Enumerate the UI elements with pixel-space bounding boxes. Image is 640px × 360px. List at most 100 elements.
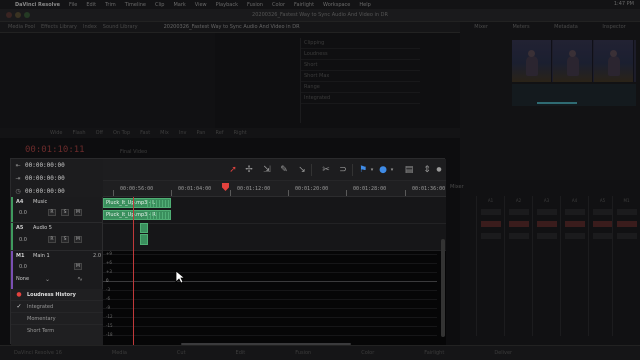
- track-name[interactable]: Audio 5: [33, 225, 52, 231]
- menu-view[interactable]: View: [195, 2, 207, 8]
- menu-trim[interactable]: Trim: [105, 2, 116, 8]
- duration-timecode[interactable]: 00:00:00:00: [25, 188, 65, 195]
- ruler-label: 00:01:04:00: [178, 186, 212, 192]
- strip-label[interactable]: Mix: [160, 130, 169, 136]
- menu-help[interactable]: Help: [359, 2, 370, 8]
- track-header-a5[interactable]: A5 Audio 5 0.0 R S M: [11, 223, 103, 251]
- solo-button[interactable]: S: [61, 236, 69, 243]
- loudness-meter-icon[interactable]: ∿: [77, 275, 83, 283]
- menu-fairlight[interactable]: Fairlight: [294, 2, 314, 8]
- track-header-a4[interactable]: A4 Music 0.0 R S M: [11, 197, 103, 223]
- menu-mark[interactable]: Mark: [173, 2, 185, 8]
- record-arm-button[interactable]: R: [48, 209, 56, 216]
- strip-label[interactable]: On Top: [113, 130, 130, 136]
- record-dot-icon: ●: [16, 291, 22, 298]
- timeline-name[interactable]: Final Video: [120, 149, 147, 155]
- focus-mode-icon[interactable]: ⇲: [261, 164, 273, 176]
- pointer-tool-icon[interactable]: ➚: [227, 164, 239, 176]
- strip-label[interactable]: Ref: [215, 130, 223, 136]
- mixer-channel[interactable]: A4: [560, 196, 588, 336]
- page-fairlight[interactable]: Fairlight: [424, 350, 444, 356]
- toolbar-effects-library[interactable]: Effects Library: [41, 24, 77, 30]
- mute-button[interactable]: M: [74, 263, 82, 270]
- menu-item-short-term[interactable]: Short Term: [11, 325, 103, 337]
- menu-header[interactable]: ● Loudness History: [11, 289, 103, 301]
- menu-workspace[interactable]: Workspace: [323, 2, 350, 8]
- menu-file[interactable]: File: [69, 2, 77, 8]
- page-edit[interactable]: Edit: [236, 350, 246, 356]
- toolbar-index[interactable]: Index: [83, 24, 97, 30]
- chevron-down-icon: ⌄: [45, 275, 51, 283]
- clip-lanes[interactable]: Pluck_It_Up.mp3 - L Pluck_It_Up.mp3 - R: [103, 197, 446, 251]
- tab-inspector[interactable]: Inspector: [602, 24, 625, 33]
- loudness-history-graph[interactable]: +9 +6 +3 0 -3 -6 -9 -12 -15 -18: [103, 251, 446, 345]
- zoom-slider-handle[interactable]: ●: [433, 164, 445, 176]
- timeline-ruler[interactable]: 00:00:56:00 00:01:04:00 00:01:12:00 00:0…: [103, 181, 446, 197]
- strip-label[interactable]: Off: [96, 130, 103, 136]
- toolbar-sound-library[interactable]: Sound Library: [103, 24, 138, 30]
- menu-app-name[interactable]: DaVinci Resolve: [15, 2, 60, 8]
- audio-clip-right[interactable]: Pluck_It_Up.mp3 - R: [103, 210, 171, 220]
- chevron-down-icon[interactable]: ▾: [386, 164, 398, 176]
- page-media[interactable]: Media: [112, 350, 127, 356]
- horizontal-scrollbar[interactable]: [181, 343, 351, 345]
- menu-item-momentary[interactable]: Momentary: [11, 313, 103, 325]
- ruler-label: 00:01:28:00: [353, 186, 387, 192]
- range-select-icon[interactable]: ✢: [243, 164, 255, 176]
- out-timecode[interactable]: 00:00:00:00: [25, 175, 65, 182]
- track-volume[interactable]: 0.0: [19, 237, 27, 243]
- zoom-arrows-icon[interactable]: ⇕: [421, 164, 433, 176]
- page-deliver[interactable]: Deliver: [494, 350, 512, 356]
- menu-timeline[interactable]: Timeline: [125, 2, 146, 8]
- snapping-icon[interactable]: ⊃: [337, 164, 349, 176]
- audio-clip[interactable]: [140, 223, 148, 233]
- page-fusion[interactable]: Fusion: [295, 350, 311, 356]
- dock-app-label: DaVinci Resolve 16: [14, 350, 62, 356]
- menu-clip[interactable]: Clip: [155, 2, 164, 8]
- audio-clip[interactable]: [140, 234, 148, 245]
- screen: DaVinci Resolve File Edit Trim Timeline …: [0, 0, 640, 360]
- strip-label[interactable]: Wide: [50, 130, 62, 136]
- track-name[interactable]: Music: [33, 199, 47, 205]
- tab-metadata[interactable]: Metadata: [554, 24, 578, 33]
- mixer-channel[interactable]: A3: [532, 196, 560, 336]
- solo-button[interactable]: S: [61, 209, 69, 216]
- strip-label[interactable]: Fast: [140, 130, 150, 136]
- strip-label[interactable]: Inv: [179, 130, 187, 136]
- strip-label[interactable]: Pan: [196, 130, 205, 136]
- in-timecode[interactable]: 00:00:00:00: [25, 162, 65, 169]
- menu-fusion[interactable]: Fusion: [247, 2, 263, 8]
- audio-clip-left[interactable]: Pluck_It_Up.mp3 - L: [103, 198, 171, 208]
- track-color: [11, 197, 13, 222]
- toolbar-media-pool[interactable]: Media Pool: [8, 24, 35, 30]
- track-volume[interactable]: 0.0: [19, 210, 27, 216]
- menu-color[interactable]: Color: [272, 2, 285, 8]
- strip-label[interactable]: Right: [234, 130, 247, 136]
- track-volume[interactable]: 0.0: [19, 264, 27, 270]
- track-color: [11, 223, 13, 250]
- vertical-scrollbar[interactable]: [441, 239, 445, 337]
- menu-edit[interactable]: Edit: [86, 2, 96, 8]
- pencil-tool-icon[interactable]: ✎: [278, 164, 290, 176]
- menu-item-integrated[interactable]: ✓ Integrated: [11, 301, 103, 313]
- strip-label[interactable]: Flash: [72, 130, 85, 136]
- mute-button[interactable]: M: [74, 236, 82, 243]
- zoom-waveform-icon[interactable]: ▤: [403, 164, 415, 176]
- track-name[interactable]: Main 1: [33, 253, 50, 259]
- razor-icon[interactable]: ✂: [320, 164, 332, 176]
- mixer-channel[interactable]: A2: [504, 196, 532, 336]
- menu-item-label: Short Term: [27, 328, 55, 334]
- mute-button[interactable]: M: [74, 209, 82, 216]
- mixer-channel[interactable]: M1: [612, 196, 640, 336]
- record-arm-button[interactable]: R: [48, 236, 56, 243]
- tab-mixer[interactable]: Mixer: [474, 24, 488, 33]
- playhead-handle[interactable]: [222, 183, 229, 191]
- menu-playback[interactable]: Playback: [216, 2, 238, 8]
- page-cut[interactable]: Cut: [177, 350, 186, 356]
- graph-label: +9: [106, 251, 112, 256]
- main-output-dropdown[interactable]: None ⌄: [16, 274, 72, 284]
- page-color[interactable]: Color: [361, 350, 374, 356]
- mixer-channel[interactable]: A1: [476, 196, 504, 336]
- tab-meters[interactable]: Meters: [512, 24, 529, 33]
- slip-tool-icon[interactable]: ↘: [296, 164, 308, 176]
